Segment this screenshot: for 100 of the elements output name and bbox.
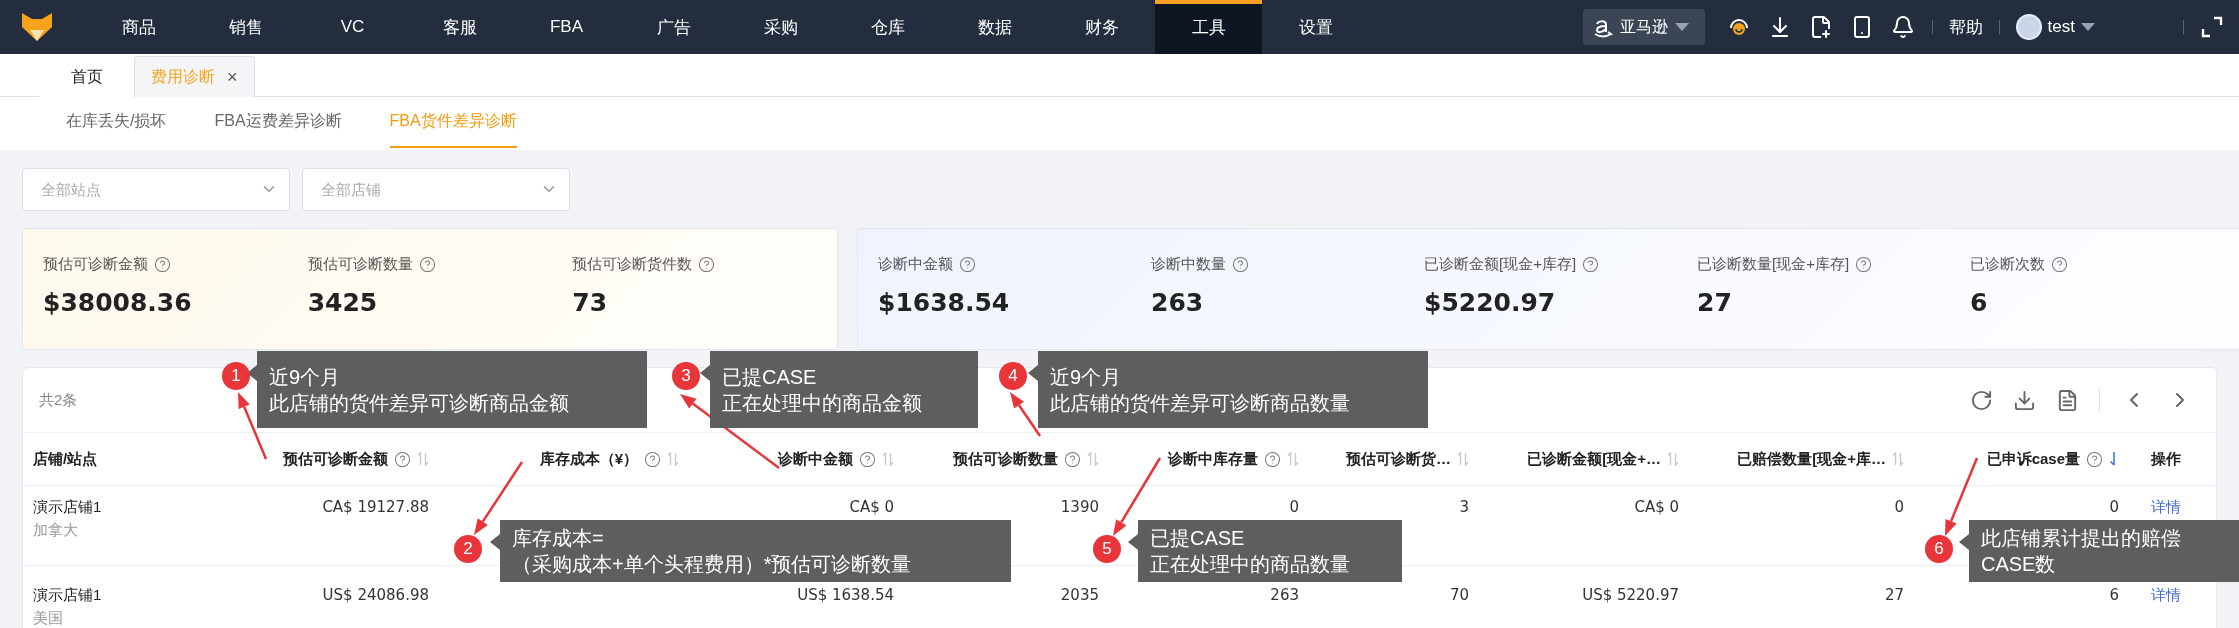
metric-label: 诊断中金额 <box>878 255 953 274</box>
site-name: 美国 <box>33 609 63 628</box>
table-cell: 27 <box>1884 586 1904 604</box>
arrow <box>1010 392 1042 437</box>
metric-label: 已诊断次数 <box>1970 255 2045 274</box>
callout-text: 近9个月 <box>1050 364 1123 390</box>
number-badge: 3 <box>672 362 700 390</box>
help-icon[interactable] <box>1855 256 1873 273</box>
table-cell: CA$ 0 <box>849 498 894 516</box>
nav-item[interactable]: 销售 <box>192 0 299 54</box>
nav-item[interactable]: 商品 <box>85 0 192 54</box>
metric-label: 预估可诊断金额 <box>43 255 148 274</box>
help-icon[interactable] <box>859 450 876 468</box>
nav-item[interactable]: 广告 <box>620 0 727 54</box>
nav-item[interactable]: 财务 <box>1048 0 1155 54</box>
nav-item[interactable]: 客服 <box>406 0 513 54</box>
help-icon[interactable] <box>644 450 661 468</box>
metric-value: $1638.54 <box>878 288 1011 317</box>
help-icon[interactable] <box>154 256 171 273</box>
help-icon[interactable] <box>1064 450 1081 468</box>
fullscreen-icon[interactable] <box>2200 15 2224 39</box>
column-header: 已赔偿数量[现金+库… <box>1737 449 1886 469</box>
page-tab[interactable]: 费用诊断 × <box>134 56 255 97</box>
record-count: 共2条 <box>39 390 78 410</box>
metric-label: 已诊断数量[现金+库存] <box>1697 255 1850 274</box>
sub-tab[interactable]: 在库丢失/损坏 <box>66 97 167 148</box>
metric-label: 已诊断金额[现金+库存] <box>1424 255 1577 274</box>
callout-text: 此店铺的货件差异可诊断商品金额 <box>269 390 570 416</box>
column-header: 操作 <box>2151 449 2181 469</box>
help-icon[interactable] <box>1264 450 1281 468</box>
callout-text: 近9个月 <box>269 364 342 390</box>
document-icon[interactable] <box>2056 388 2079 412</box>
callout-text: 此店铺的货件差异可诊断商品数量 <box>1050 390 1351 416</box>
store-name: 演示店铺1 <box>33 498 102 517</box>
callout-text: CASE数 <box>1981 552 2057 577</box>
column-header: 诊断中库存量 <box>1168 449 1258 469</box>
help-icon[interactable] <box>418 256 436 273</box>
details-link[interactable]: 详情 <box>2151 586 2181 605</box>
table-cell: CA$ 0 <box>1634 498 1679 516</box>
table-cell: 6 <box>2109 586 2119 604</box>
help-icon[interactable] <box>959 256 976 273</box>
dropdown-field[interactable]: 全部站点 <box>22 168 290 211</box>
nav-item[interactable]: 仓库 <box>834 0 941 54</box>
column-header: 店铺/站点 <box>33 449 98 469</box>
column-header: 诊断中金额 <box>778 449 853 469</box>
callout-text: 此店铺累计提出的赔偿 <box>1981 526 2182 551</box>
table-cell: 70 <box>1449 586 1469 604</box>
user-menu[interactable]: test <box>2015 14 2095 40</box>
table-cell: 3 <box>1459 498 1469 516</box>
help-icon[interactable] <box>394 450 411 468</box>
metric-label: 诊断中数量 <box>1151 255 1226 274</box>
logo-icon[interactable] <box>21 13 52 41</box>
metric-value: 73 <box>572 288 609 317</box>
dropdown-field[interactable]: 全部店铺 <box>302 168 570 211</box>
details-link[interactable]: 详情 <box>2151 498 2181 517</box>
help-icon[interactable] <box>2086 450 2103 468</box>
column-header: 预估可诊断货… <box>1346 449 1451 469</box>
callout-text: 正在处理中的商品金额 <box>722 390 923 416</box>
nav-item[interactable]: 数据 <box>941 0 1048 54</box>
nav-item[interactable]: VC <box>299 0 406 54</box>
metric-value: 263 <box>1151 288 1205 317</box>
table-cell: CA$ 19127.88 <box>322 498 429 516</box>
sub-tab[interactable]: FBA运费差异诊断 <box>214 97 342 148</box>
close-icon[interactable]: × <box>227 66 238 88</box>
nav-item[interactable]: 工具 <box>1155 0 1262 54</box>
column-header: 库存成本（¥） <box>539 449 638 469</box>
site-name: 加拿大 <box>33 521 78 540</box>
table-cell: 0 <box>2109 498 2119 516</box>
metric-value: 6 <box>1970 288 1989 317</box>
number-badge: 1 <box>222 362 250 390</box>
callout-text: 已提CASE <box>1150 526 1246 551</box>
arrow <box>238 392 268 460</box>
help-link[interactable]: 帮助 <box>1948 15 1983 39</box>
caret-icon <box>2081 22 2095 32</box>
table-cell: 1390 <box>1060 498 1099 516</box>
nav-item[interactable]: 设置 <box>1262 0 1369 54</box>
column-header: 预估可诊断数量 <box>953 449 1058 469</box>
refresh-icon[interactable] <box>1970 388 1993 412</box>
nav-item[interactable]: 采购 <box>727 0 834 54</box>
help-icon[interactable] <box>698 256 716 273</box>
metric-value: $5220.97 <box>1424 288 1557 317</box>
nav-item[interactable]: FBA <box>513 0 620 54</box>
table-cell: US$ 24086.98 <box>322 586 429 604</box>
help-icon[interactable] <box>2051 256 2068 273</box>
help-icon[interactable] <box>1582 256 1600 273</box>
table-cell: 263 <box>1270 586 1299 604</box>
table-cell: US$ 1638.54 <box>797 586 894 604</box>
number-badge: 4 <box>999 362 1027 390</box>
help-icon[interactable] <box>1232 256 1249 273</box>
platform-selector[interactable]: 亚马逊 <box>1582 9 1705 45</box>
table-cell: US$ 5220.97 <box>1582 586 1679 604</box>
metric-label: 预估可诊断货件数 <box>572 255 693 274</box>
callout-text: 已提CASE <box>722 364 818 390</box>
callout-text: （采购成本+单个头程费用）*预估可诊断数量 <box>512 552 913 577</box>
store-name: 演示店铺1 <box>33 586 102 605</box>
bell-icon[interactable] <box>1890 15 1915 39</box>
metric-value: 27 <box>1697 288 1733 317</box>
table-cell: 0 <box>1289 498 1299 516</box>
callout-text: 库存成本= <box>512 526 605 551</box>
column-header: 预估可诊断金额 <box>283 449 388 469</box>
